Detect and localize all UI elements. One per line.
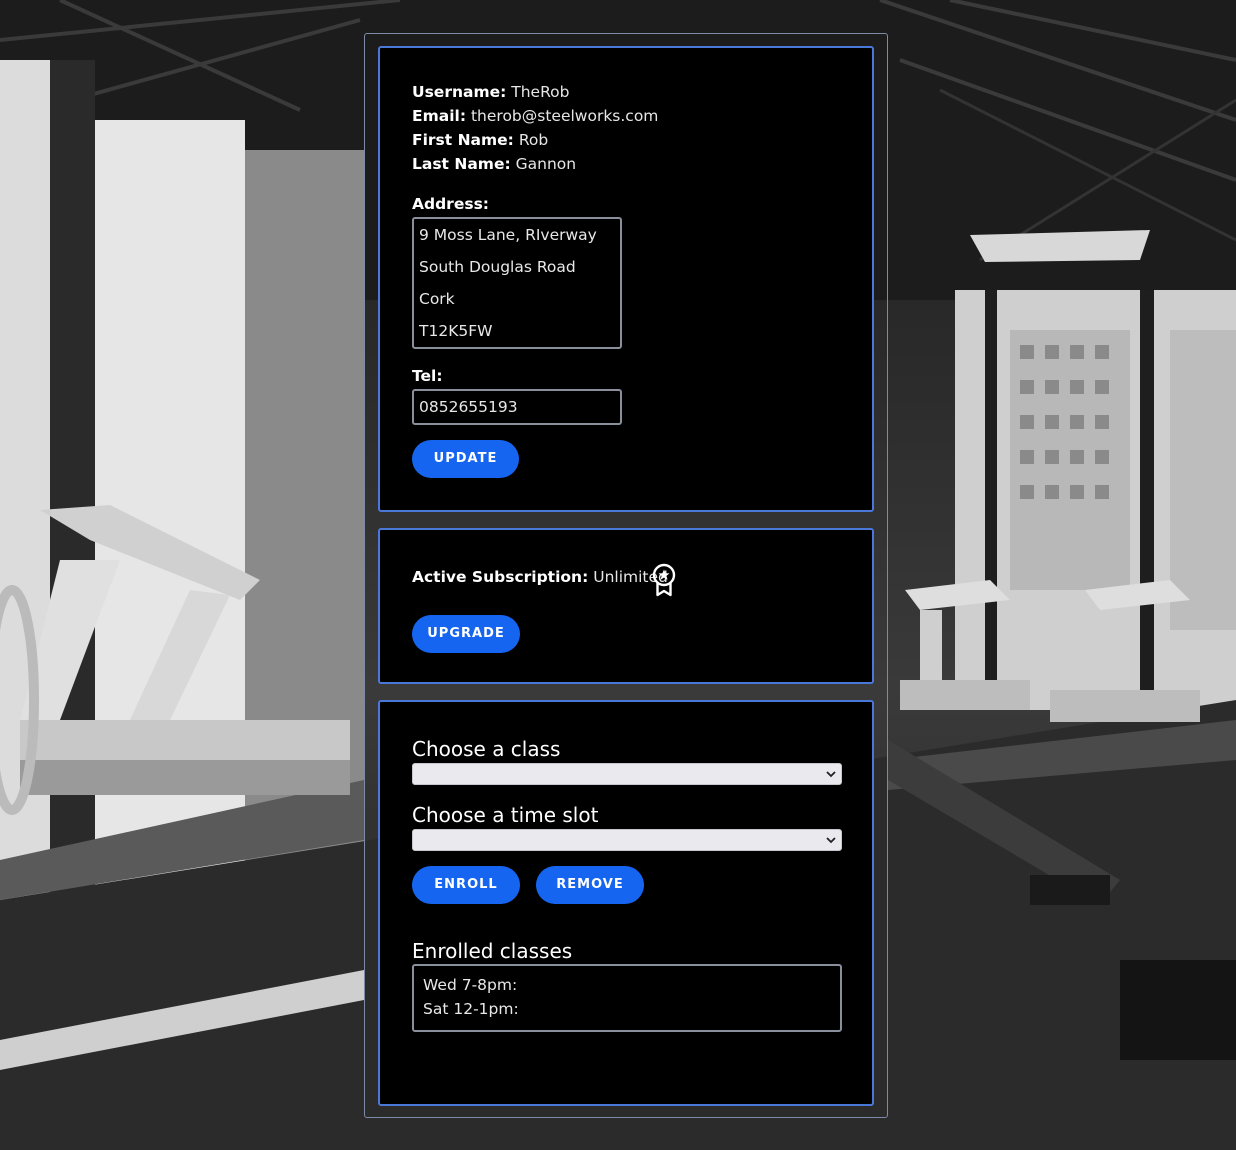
enrolled-classes-list: Wed 7-8pm: Sat 12-1pm: xyxy=(412,964,842,1032)
address-label: Address: xyxy=(412,195,489,213)
subscription-label: Active Subscription: xyxy=(412,568,589,586)
last-name-label: Last Name: xyxy=(412,155,511,173)
classes-card: Choose a class Choose a time slot ENROLL… xyxy=(378,700,874,1106)
profile-card: Username: TheRob Email: therob@steelwork… xyxy=(378,46,874,512)
last-name-value: Gannon xyxy=(515,155,577,173)
chevron-down-icon xyxy=(826,837,836,844)
username-label: Username: xyxy=(412,83,507,101)
username-row: Username: TheRob xyxy=(412,83,570,101)
address-line: T12K5FW xyxy=(419,322,493,340)
update-button[interactable]: UPDATE xyxy=(412,440,519,478)
last-name-row: Last Name: Gannon xyxy=(412,155,576,173)
address-line: 9 Moss Lane, RIverway xyxy=(419,226,597,244)
first-name-row: First Name: Rob xyxy=(412,131,548,149)
choose-time-label: Choose a time slot xyxy=(412,803,599,827)
tel-input[interactable] xyxy=(412,389,622,425)
enrolled-classes-label: Enrolled classes xyxy=(412,939,573,963)
first-name-label: First Name: xyxy=(412,131,514,149)
enroll-button[interactable]: ENROLL xyxy=(412,866,520,904)
email-value: therob@steelworks.com xyxy=(470,107,659,125)
list-item: Sat 12-1pm: xyxy=(423,1000,519,1018)
upgrade-button[interactable]: UPGRADE xyxy=(412,615,520,653)
address-textarea[interactable]: 9 Moss Lane, RIverway South Douglas Road… xyxy=(412,217,622,349)
award-ribbon-icon xyxy=(652,563,676,597)
choose-class-label: Choose a class xyxy=(412,737,561,761)
username-value: TheRob xyxy=(511,83,570,101)
address-line: Cork xyxy=(419,290,455,308)
class-select[interactable] xyxy=(412,763,842,785)
email-label: Email: xyxy=(412,107,467,125)
time-slot-select[interactable] xyxy=(412,829,842,851)
first-name-value: Rob xyxy=(518,131,549,149)
subscription-card: Active Subscription: Unlimited UPGRADE xyxy=(378,528,874,684)
list-item: Wed 7-8pm: xyxy=(423,976,518,994)
tel-label: Tel: xyxy=(412,367,443,385)
email-row: Email: therob@steelworks.com xyxy=(412,107,658,125)
subscription-row: Active Subscription: Unlimited xyxy=(412,568,668,586)
address-line: South Douglas Road xyxy=(419,258,576,276)
chevron-down-icon xyxy=(826,771,836,778)
remove-button[interactable]: REMOVE xyxy=(536,866,644,904)
